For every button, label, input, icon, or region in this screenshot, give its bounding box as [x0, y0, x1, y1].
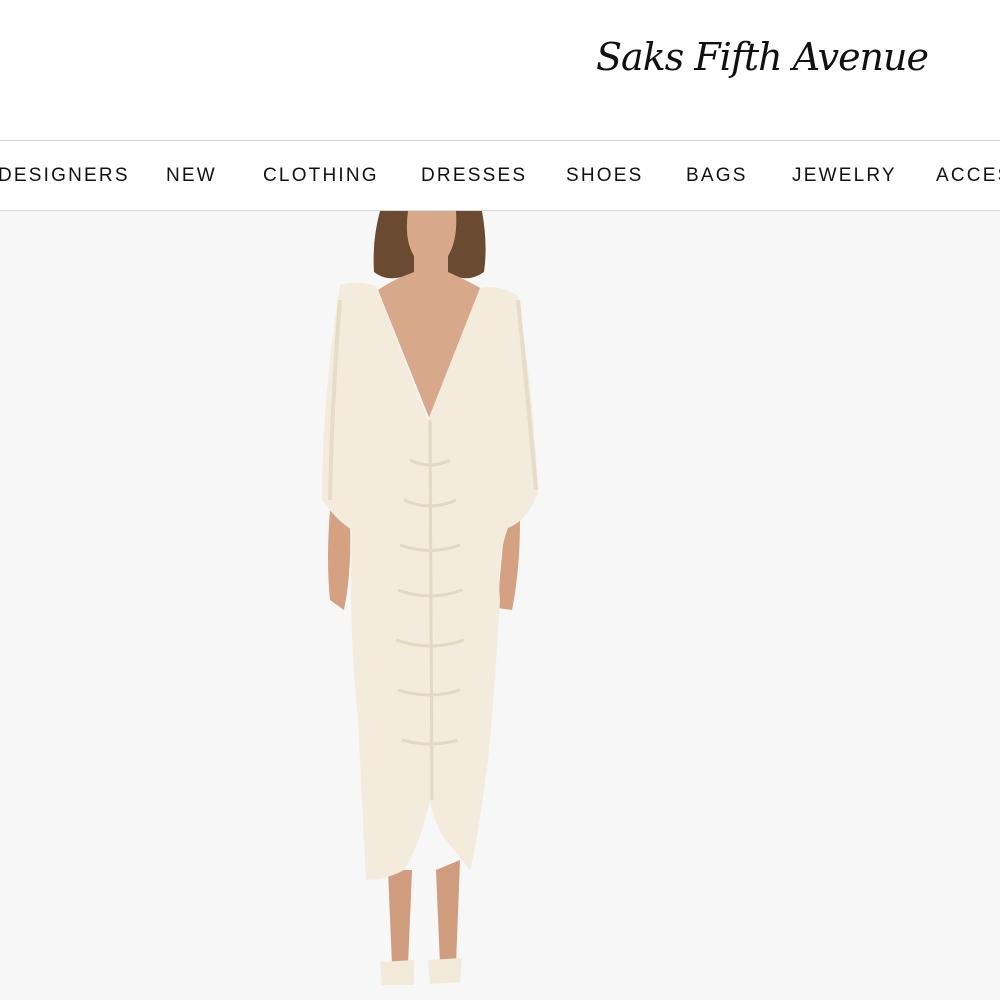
nav-item-clothing[interactable]: CLOTHING — [263, 165, 379, 187]
model-in-dress-image — [322, 211, 538, 985]
nav-item-accessories[interactable]: ACCES — [936, 165, 1000, 187]
nav-item-shoes[interactable]: SHOES — [566, 165, 644, 187]
product-image[interactable] — [0, 211, 1000, 1000]
nav-item-designers[interactable]: DESIGNERS — [0, 165, 130, 187]
nav-item-dresses[interactable]: DRESSES — [421, 165, 527, 187]
model-legs — [388, 860, 460, 965]
saks-logo[interactable]: Saks Fifth Avenue — [596, 24, 929, 90]
model-shoes — [380, 958, 462, 985]
nav-item-new[interactable]: NEW — [166, 165, 217, 187]
nav-item-jewelry[interactable]: JEWELRY — [792, 165, 897, 187]
nav-item-bags[interactable]: BAGS — [686, 165, 748, 187]
category-nav: DESIGNERS NEW CLOTHING DRESSES SHOES BAG… — [0, 140, 1000, 211]
site-header: Saks Fifth Avenue — [0, 0, 1000, 140]
